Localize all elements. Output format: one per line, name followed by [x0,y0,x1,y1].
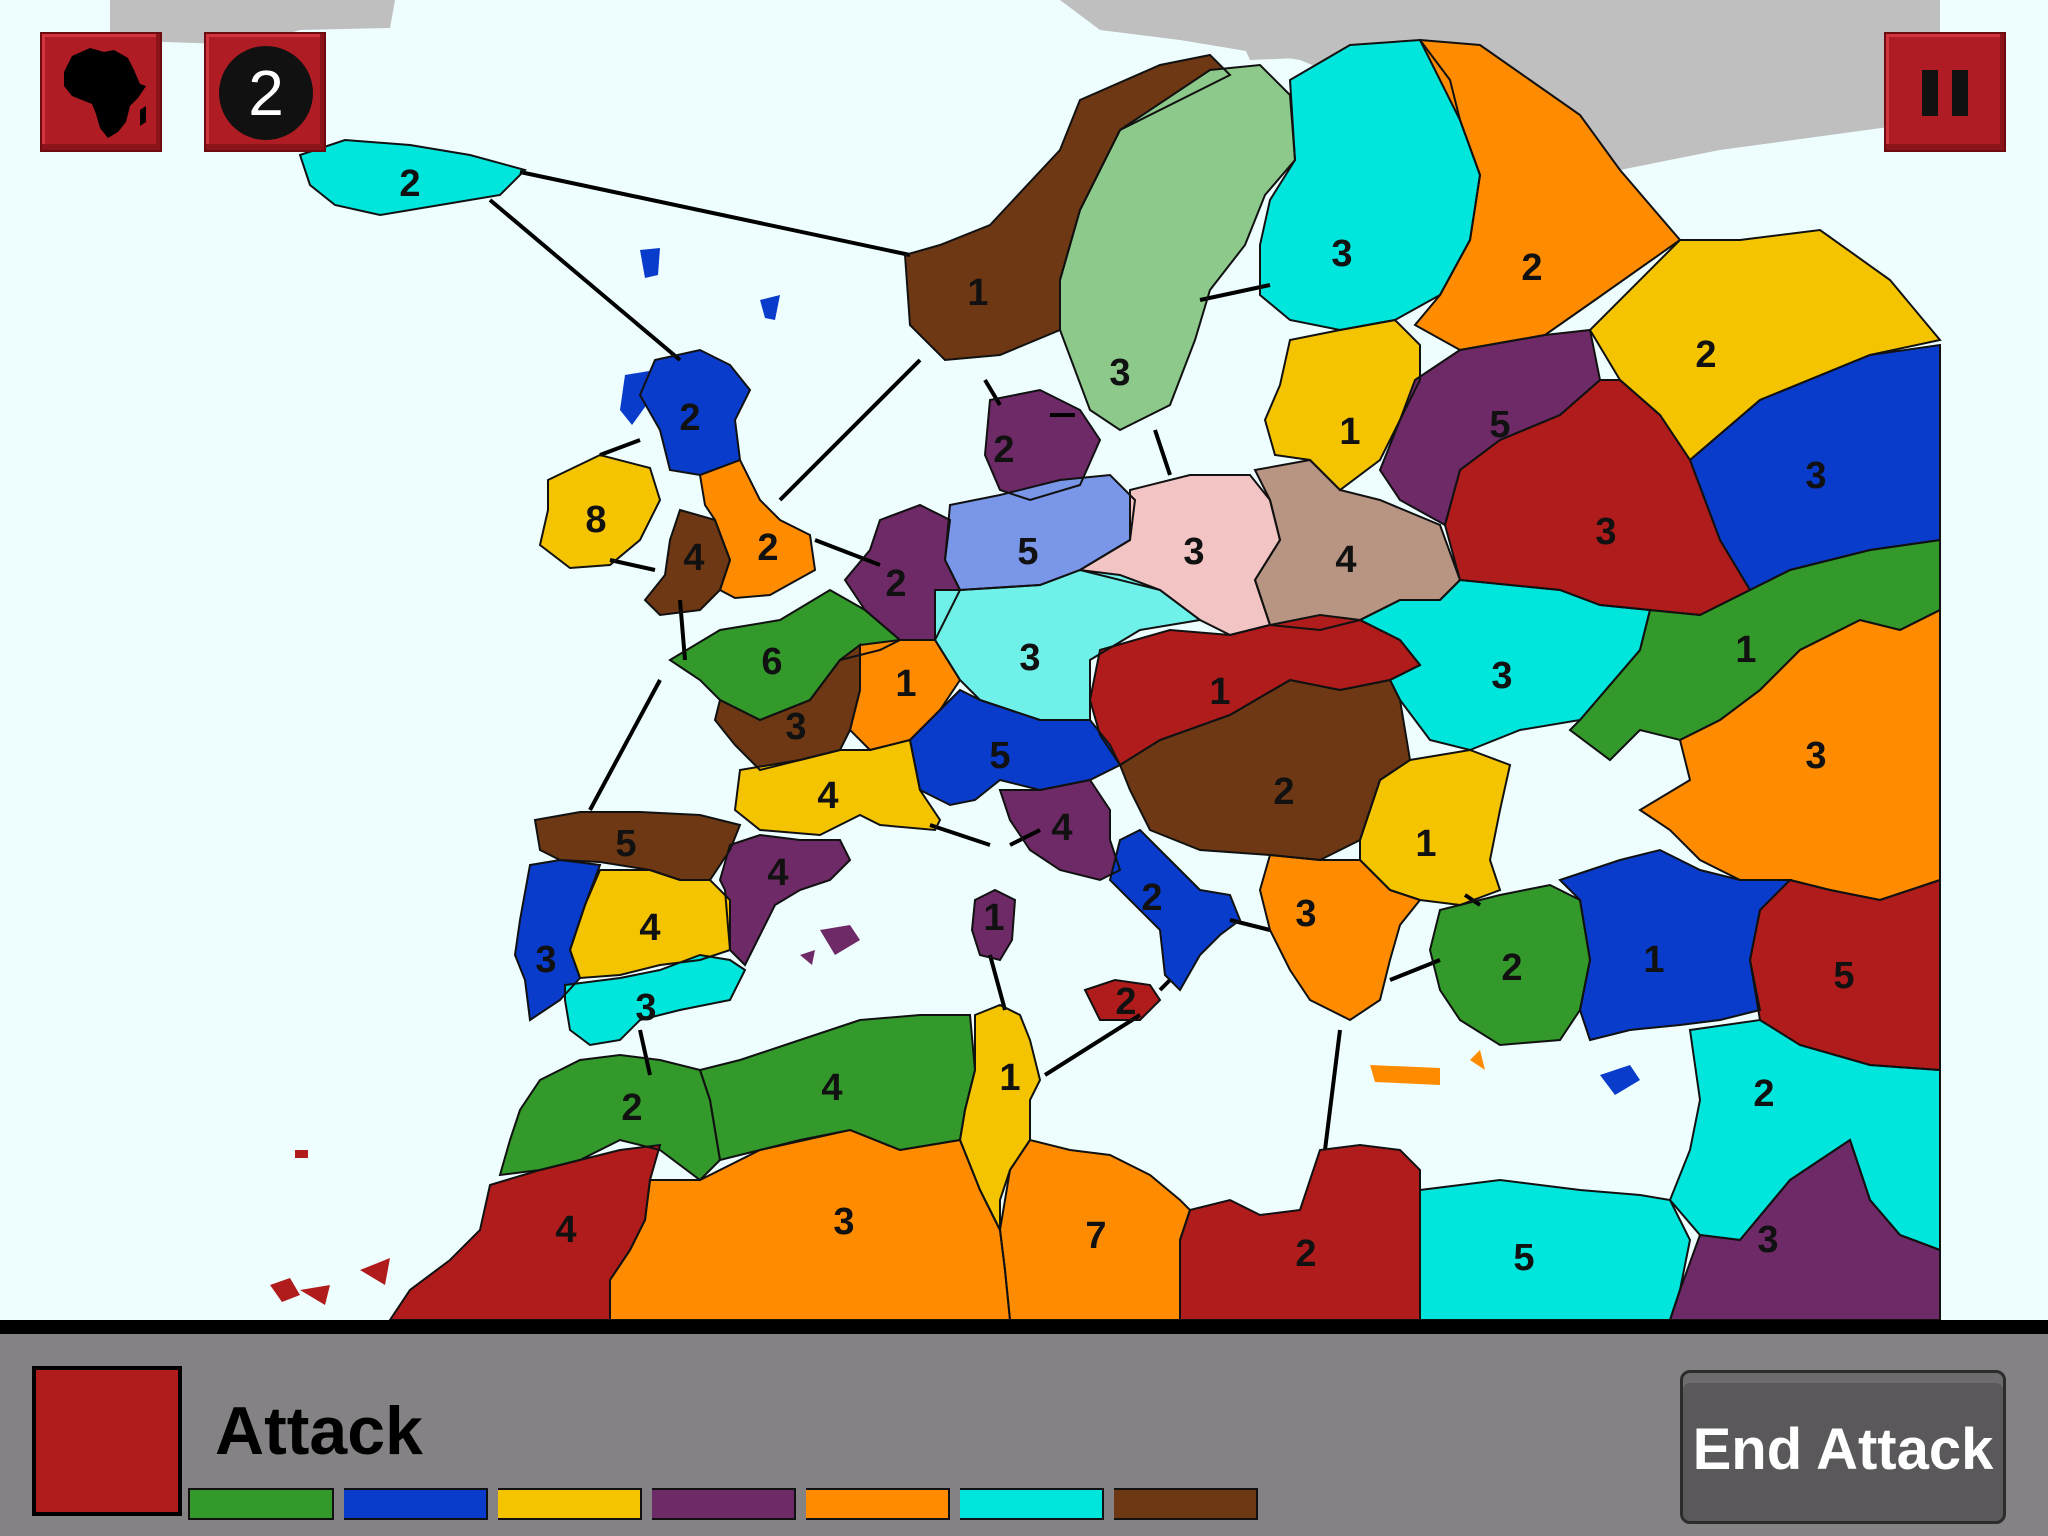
army-count: 5 [1513,1237,1534,1279]
army-count: 3 [535,939,556,981]
end-attack-button[interactable]: End Attack [1680,1370,2006,1524]
army-count: 3 [785,706,806,748]
army-count: 4 [639,907,660,949]
army-count: 4 [683,537,704,579]
territory-egypt[interactable] [1420,1180,1690,1320]
army-count: 6 [761,641,782,683]
army-count: 5 [1489,404,1510,446]
army-count: 3 [1491,655,1512,697]
army-count: 1 [1735,629,1756,671]
army-count: 3 [635,987,656,1029]
player-color-segment [1114,1488,1258,1520]
army-count: 4 [1051,807,1072,849]
africa-icon [64,48,146,138]
player-color-segment [960,1488,1104,1520]
army-count: 2 [621,1087,642,1129]
army-count: 2 [1273,771,1294,813]
army-count: 2 [679,397,700,439]
army-count: 2 [1295,1233,1316,1275]
army-count: 4 [821,1067,842,1109]
player-color-segment [498,1488,642,1520]
army-count: 2 [1501,947,1522,989]
phase-label: Attack [215,1393,423,1469]
army-count: 1 [967,272,988,314]
pause-icon [1922,70,1968,116]
army-count: 3 [1805,455,1826,497]
army-count: 2 [1141,877,1162,919]
army-count: 1 [1415,823,1436,865]
army-count: 2 [1115,981,1136,1023]
army-count: 5 [989,735,1010,777]
army-count: 2 [757,527,778,569]
army-count: 4 [817,775,838,817]
army-count: 2 [885,563,906,605]
continent-view-button[interactable] [40,32,162,152]
army-count: 8 [585,499,606,541]
army-count: 5 [1833,955,1854,997]
army-count: 1 [1643,939,1664,981]
player-color-segment [188,1488,334,1520]
army-count: 4 [555,1209,576,1251]
army-count: 3 [833,1201,854,1243]
army-count: 3 [1805,735,1826,777]
player-order-strip [188,1488,1268,1520]
army-count: 3 [1295,893,1316,935]
army-count: 1 [1209,671,1230,713]
army-count: 4 [1335,539,1356,581]
army-count: 5 [615,823,636,865]
army-count: 1 [1339,411,1360,453]
game-map: 2 1 3 3 2 2 2 8 4 2 2 2 5 3 4 1 5 3 3 6 … [110,0,1942,1320]
army-count: 1 [999,1057,1020,1099]
reinforcement-count: 2 [219,46,313,140]
player-color-segment [806,1488,950,1520]
territory-south-italy[interactable] [1110,830,1240,990]
army-count: 2 [993,429,1014,471]
army-count: 3 [1109,352,1130,394]
pause-button[interactable] [1884,32,2006,152]
army-count: 1 [983,897,1004,939]
army-count: 1 [895,663,916,705]
army-count: 3 [1183,531,1204,573]
reinforcements-button[interactable]: 2 [204,32,326,152]
army-count: 3 [1331,233,1352,275]
army-count: 5 [1017,531,1038,573]
army-count: 2 [1695,334,1716,376]
army-count: 2 [399,163,420,205]
army-count: 3 [1019,637,1040,679]
army-count: 2 [1521,247,1542,289]
player-color-segment [344,1488,488,1520]
player-color-segment [652,1488,796,1520]
army-count: 2 [1753,1073,1774,1115]
bottom-bar: Attack End Attack [0,1320,2048,1536]
army-count: 3 [1757,1219,1778,1261]
army-count: 4 [767,852,788,894]
army-count: 7 [1085,1215,1106,1257]
army-count: 3 [1595,511,1616,553]
current-player-swatch [32,1366,182,1516]
